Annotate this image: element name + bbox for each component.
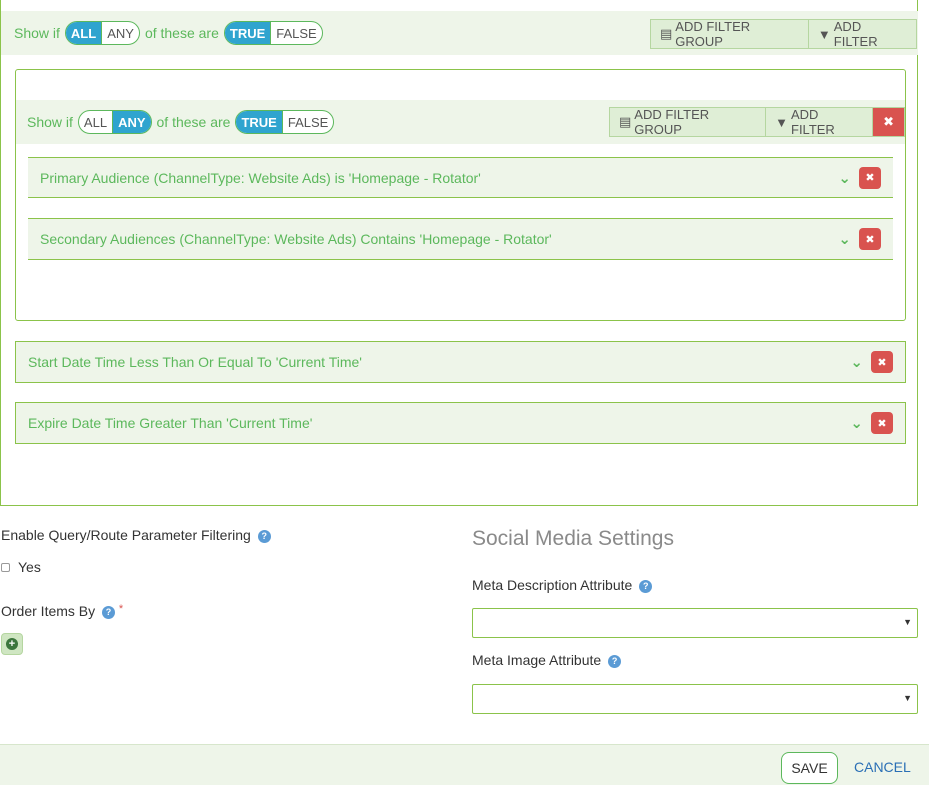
- enable-query-text: Enable Query/Route Parameter Filtering: [1, 527, 251, 543]
- all-any-toggle: ALL ANY: [64, 21, 140, 45]
- add-filter-group-label: ADD FILTER GROUP: [634, 107, 710, 137]
- toggle-false[interactable]: FALSE: [281, 111, 333, 133]
- add-filter-group-button[interactable]: ▤ ADD FILTER GROUP: [610, 107, 765, 137]
- add-order-item-button[interactable]: +: [1, 633, 23, 655]
- cancel-button[interactable]: CANCEL: [854, 759, 911, 775]
- meta-description-text: Meta Description Attribute: [472, 577, 633, 593]
- show-if-label: Show if: [14, 25, 60, 41]
- yes-checkbox[interactable]: [1, 562, 10, 572]
- filter-icon: ▼: [817, 26, 831, 42]
- plus-circle-icon: +: [6, 638, 18, 650]
- close-icon: ✖: [877, 356, 887, 369]
- meta-image-text: Meta Image Attribute: [472, 652, 602, 668]
- close-icon: ✖: [883, 114, 894, 129]
- help-icon[interactable]: ?: [608, 654, 622, 668]
- inner-group-actions: ▤ ADD FILTER GROUP ▼ ADD FILTER ✖: [609, 107, 905, 137]
- true-false-toggle: TRUE FALSE: [223, 21, 323, 45]
- meta-description-label: Meta Description Attribute ?: [472, 577, 653, 593]
- meta-description-select[interactable]: ▼: [472, 608, 918, 638]
- filter-icon: ▼: [775, 114, 788, 130]
- order-items-text: Order Items By: [1, 603, 96, 619]
- add-filter-label: ADD FILTER: [833, 19, 878, 49]
- filter-row[interactable]: Start Date Time Less Than Or Equal To 'C…: [15, 341, 906, 383]
- caret-down-icon: ▼: [903, 617, 912, 627]
- outer-filter-group: Show if ALL ANY of these are TRUE FALSE …: [0, 0, 918, 506]
- remove-filter-button[interactable]: ✖: [871, 412, 893, 434]
- yes-label: Yes: [18, 559, 41, 575]
- save-button[interactable]: SAVE: [781, 752, 838, 784]
- filter-label: Start Date Time Less Than Or Equal To 'C…: [28, 354, 362, 370]
- toggle-true[interactable]: TRUE: [236, 111, 282, 133]
- caret-down-icon: ▼: [903, 693, 912, 703]
- help-icon[interactable]: ?: [102, 605, 116, 619]
- required-mark: *: [118, 603, 124, 615]
- filter-label: Primary Audience (ChannelType: Website A…: [40, 169, 481, 186]
- meta-image-label: Meta Image Attribute ?: [472, 652, 622, 668]
- order-items-label: Order Items By ? *: [1, 603, 123, 619]
- close-icon: ✖: [865, 172, 875, 184]
- meta-image-select[interactable]: ▼: [472, 684, 918, 714]
- social-media-title: Social Media Settings: [472, 527, 674, 550]
- footer-bar: SAVE CANCEL: [0, 744, 929, 785]
- show-if-label: Show if: [27, 114, 73, 130]
- list-icon: ▤: [619, 114, 632, 129]
- help-icon[interactable]: ?: [639, 579, 653, 593]
- toggle-any[interactable]: ANY: [112, 111, 151, 133]
- add-filter-button[interactable]: ▼ ADD FILTER: [765, 107, 872, 137]
- toggle-true[interactable]: TRUE: [224, 22, 271, 44]
- toggle-all[interactable]: ALL: [79, 111, 112, 133]
- outer-group-actions: ▤ ADD FILTER GROUP ▼ ADD FILTER: [650, 19, 917, 49]
- chevron-down-icon[interactable]: ⌄: [838, 230, 851, 248]
- filter-label: Secondary Audiences (ChannelType: Websit…: [40, 231, 552, 247]
- filter-row[interactable]: Primary Audience (ChannelType: Website A…: [28, 157, 893, 198]
- of-these-are-label: of these are: [156, 114, 231, 130]
- yes-checkbox-row: Yes: [1, 559, 41, 575]
- filter-label: Expire Date Time Greater Than 'Current T…: [28, 415, 313, 431]
- add-filter-button[interactable]: ▼ ADD FILTER: [807, 19, 916, 49]
- toggle-false[interactable]: FALSE: [270, 22, 321, 44]
- add-filter-label: ADD FILTER: [791, 107, 835, 137]
- filter-row[interactable]: Secondary Audiences (ChannelType: Websit…: [28, 218, 893, 260]
- remove-filter-button[interactable]: ✖: [859, 166, 881, 189]
- remove-filter-button[interactable]: ✖: [859, 228, 881, 250]
- of-these-are-label: of these are: [144, 25, 219, 41]
- all-any-toggle: ALL ANY: [77, 110, 152, 134]
- close-icon: ✖: [865, 233, 875, 246]
- chevron-down-icon[interactable]: ⌄: [850, 414, 863, 432]
- add-filter-group-label: ADD FILTER GROUP: [675, 19, 751, 49]
- add-filter-group-button[interactable]: ▤ ADD FILTER GROUP: [651, 19, 808, 49]
- toggle-all[interactable]: ALL: [65, 22, 102, 44]
- chevron-down-icon[interactable]: ⌄: [838, 169, 851, 187]
- list-icon: ▤: [660, 26, 673, 41]
- help-icon[interactable]: ?: [257, 529, 271, 543]
- toggle-any[interactable]: ANY: [101, 22, 139, 44]
- filter-row[interactable]: Expire Date Time Greater Than 'Current T…: [15, 402, 906, 444]
- chevron-down-icon[interactable]: ⌄: [850, 353, 863, 371]
- enable-query-label: Enable Query/Route Parameter Filtering ?: [1, 527, 271, 543]
- remove-filter-button[interactable]: ✖: [871, 351, 893, 373]
- true-false-toggle: TRUE FALSE: [235, 110, 335, 134]
- remove-group-button[interactable]: ✖: [872, 108, 904, 136]
- inner-filter-group: Show if ALL ANY of these are TRUE FALSE …: [15, 69, 906, 321]
- close-icon: ✖: [877, 417, 887, 430]
